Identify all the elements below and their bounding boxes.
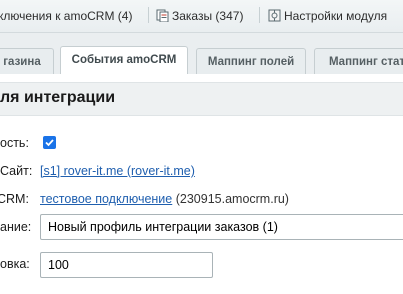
crm-domain: (230915.amocrm.ru)	[175, 192, 289, 206]
orders-icon	[156, 9, 169, 23]
checkmark-icon	[45, 139, 54, 147]
connections-link[interactable]: ключения к amoCRM (4)	[0, 9, 132, 23]
settings-icon	[268, 9, 281, 22]
tab-strip: газина События amoCRM Маппинг полей Мапп…	[0, 33, 403, 75]
sort-label: овка:	[0, 257, 30, 271]
active-checkbox[interactable]	[43, 136, 56, 149]
section-title: ля интеграции	[0, 89, 116, 106]
crm-connection-link[interactable]: тестовое подключение	[40, 192, 172, 206]
top-context-panel: ключения к amoCRM (4) Заказы (347) Настр…	[0, 0, 403, 33]
content-area: ля интеграции ость: Сайт: [s1] rover-it.…	[0, 74, 403, 294]
tab-field-mapping[interactable]: Маппинг полей	[196, 48, 306, 74]
tab-status-mapping[interactable]: Маппинг стат	[314, 48, 403, 74]
crm-value: тестовое подключение (230915.amocrm.ru)	[40, 192, 289, 206]
active-label: ость:	[0, 136, 29, 150]
section-header: ля интеграции	[0, 82, 403, 116]
crm-label: CRM:	[0, 192, 29, 206]
site-link[interactable]: [s1] rover-it.me (rover-it.me)	[40, 164, 195, 178]
profile-name-label: ание:	[0, 220, 32, 234]
divider	[148, 7, 149, 23]
site-label: Сайт:	[0, 164, 33, 178]
divider	[259, 7, 260, 23]
site-value: [s1] rover-it.me (rover-it.me)	[40, 164, 195, 178]
sort-input[interactable]: 100	[40, 252, 213, 278]
tab-shop[interactable]: газина	[0, 48, 54, 74]
profile-name-input[interactable]: Новый профиль интеграции заказов (1)	[40, 214, 403, 240]
module-settings-link[interactable]: Настройки модуля	[284, 9, 387, 23]
orders-link[interactable]: Заказы (347)	[172, 9, 243, 23]
tab-amocrm-events[interactable]: События amoCRM	[60, 46, 188, 75]
